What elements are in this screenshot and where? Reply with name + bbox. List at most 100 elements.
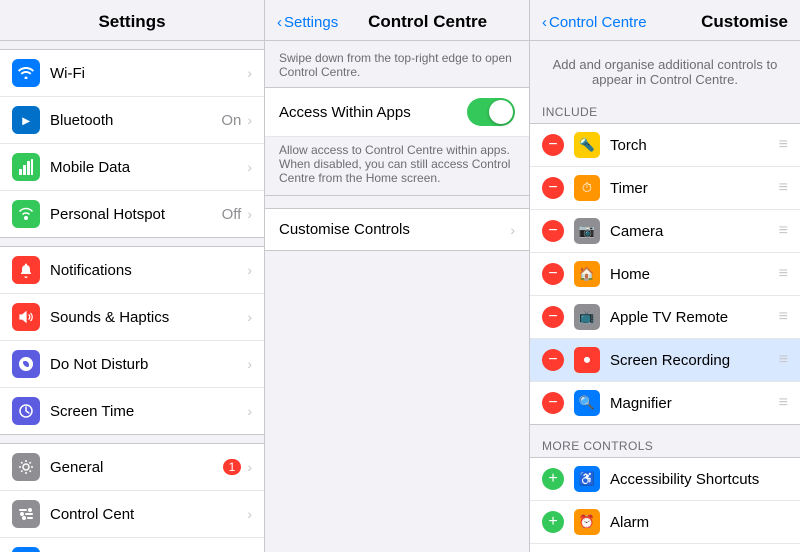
apple-tv-drag-handle[interactable]: ≡: [779, 308, 788, 326]
screen-time-chevron: ›: [247, 403, 252, 419]
camera-drag-handle[interactable]: ≡: [779, 222, 788, 240]
mobile-data-icon: [12, 153, 40, 181]
torch-remove-button[interactable]: −: [542, 134, 564, 156]
magnifier-remove-button[interactable]: −: [542, 392, 564, 414]
list-item-bluetooth[interactable]: ▸ Bluetooth On ›: [0, 97, 264, 144]
alarm-icon: ⏰: [574, 509, 600, 535]
more-item-dnd-driving[interactable]: + 🚗 Do Not Disturb While Driving: [530, 544, 800, 552]
bluetooth-chevron: ›: [247, 112, 252, 128]
more-item-alarm[interactable]: + ⏰ Alarm: [530, 501, 800, 544]
home-drag-handle[interactable]: ≡: [779, 265, 788, 283]
torch-label: Torch: [610, 137, 779, 154]
customise-back-button[interactable]: ‹ Control Centre: [542, 14, 647, 31]
more-item-accessibility[interactable]: + ♿ Accessibility Shortcuts: [530, 458, 800, 501]
control-cent-icon: [12, 500, 40, 528]
screen-recording-icon: ⏺: [574, 347, 600, 373]
apple-tv-label: Apple TV Remote: [610, 309, 779, 326]
settings-title: Settings: [98, 12, 165, 31]
control-cent-chevron: ›: [247, 506, 252, 522]
accessibility-icon: ♿: [574, 466, 600, 492]
control-centre-description: Swipe down from the top-right edge to op…: [265, 41, 529, 87]
list-item-dnd[interactable]: Do Not Disturb ›: [0, 341, 264, 388]
magnifier-icon: 🔍: [574, 390, 600, 416]
settings-group-1: Wi-Fi › ▸ Bluetooth On › Mobile Data › P…: [0, 49, 264, 238]
screen-time-icon: [12, 397, 40, 425]
list-item-wifi[interactable]: Wi-Fi ›: [0, 50, 264, 97]
dnd-icon: [12, 350, 40, 378]
mobile-data-chevron: ›: [247, 159, 252, 175]
bluetooth-icon: ▸: [12, 106, 40, 134]
camera-remove-button[interactable]: −: [542, 220, 564, 242]
include-item-apple-tv[interactable]: − 📺 Apple TV Remote ≡: [530, 296, 800, 339]
list-item-mobile-data[interactable]: Mobile Data ›: [0, 144, 264, 191]
list-item-personal-hotspot[interactable]: Personal Hotspot Off ›: [0, 191, 264, 237]
customise-header: ‹ Control Centre Customise: [530, 0, 800, 41]
general-badge: 1: [223, 459, 242, 475]
customise-description: Add and organise additional controls to …: [530, 41, 800, 99]
customise-panel: ‹ Control Centre Customise Add and organ…: [530, 0, 800, 552]
wifi-icon: [12, 59, 40, 87]
timer-remove-button[interactable]: −: [542, 177, 564, 199]
list-item-notifications[interactable]: Notifications ›: [0, 247, 264, 294]
home-icon: 🏠: [574, 261, 600, 287]
access-within-apps-row[interactable]: Access Within Apps: [265, 88, 529, 137]
accessibility-add-button[interactable]: +: [542, 468, 564, 490]
wifi-chevron: ›: [247, 65, 252, 81]
torch-drag-handle[interactable]: ≡: [779, 136, 788, 154]
bluetooth-label: Bluetooth: [50, 112, 221, 129]
access-within-apps-label: Access Within Apps: [279, 104, 467, 121]
mobile-data-label: Mobile Data: [50, 159, 247, 176]
customise-controls-row[interactable]: Customise Controls ›: [265, 208, 529, 251]
include-item-torch[interactable]: − 🔦 Torch ≡: [530, 124, 800, 167]
list-item-general[interactable]: General 1 ›: [0, 444, 264, 491]
access-within-apps-toggle[interactable]: [467, 98, 515, 126]
include-section-label: INCLUDE: [530, 99, 800, 123]
control-centre-panel: ‹ Settings Control Centre Swipe down fro…: [265, 0, 530, 552]
list-item-control-cent[interactable]: Control Cent ›: [0, 491, 264, 538]
control-centre-back-button[interactable]: ‹ Settings: [277, 14, 338, 31]
list-item-sounds[interactable]: Sounds & Haptics ›: [0, 294, 264, 341]
include-item-home[interactable]: − 🏠 Home ≡: [530, 253, 800, 296]
camera-label: Camera: [610, 223, 779, 240]
customise-title: Customise: [647, 12, 788, 32]
home-label: Home: [610, 266, 779, 283]
settings-group-3: General 1 › Control Cent › Display & Bri…: [0, 443, 264, 552]
hotspot-icon: [12, 200, 40, 228]
sounds-icon: [12, 303, 40, 331]
camera-icon: 📷: [574, 218, 600, 244]
list-item-display[interactable]: Display & Brightness ›: [0, 538, 264, 552]
wifi-label: Wi-Fi: [50, 65, 247, 82]
torch-icon: 🔦: [574, 132, 600, 158]
customise-controls-label: Customise Controls: [279, 221, 510, 238]
include-item-magnifier[interactable]: − 🔍 Magnifier ≡: [530, 382, 800, 424]
timer-icon: ⏱: [574, 175, 600, 201]
access-sub-description: Allow access to Control Centre within ap…: [265, 137, 529, 196]
general-chevron: ›: [247, 459, 252, 475]
hotspot-value: Off: [222, 206, 242, 223]
home-remove-button[interactable]: −: [542, 263, 564, 285]
magnifier-label: Magnifier: [610, 395, 779, 412]
include-item-screen-recording[interactable]: − ⏺ Screen Recording ≡: [530, 339, 800, 382]
include-item-timer[interactable]: − ⏱ Timer ≡: [530, 167, 800, 210]
control-centre-header: ‹ Settings Control Centre: [265, 0, 529, 41]
timer-label: Timer: [610, 180, 779, 197]
general-label: General: [50, 459, 223, 476]
magnifier-drag-handle[interactable]: ≡: [779, 394, 788, 412]
list-item-screen-time[interactable]: Screen Time ›: [0, 388, 264, 434]
hotspot-label: Personal Hotspot: [50, 206, 222, 223]
apple-tv-remove-button[interactable]: −: [542, 306, 564, 328]
back-chevron-icon: ‹: [277, 14, 282, 31]
notifications-label: Notifications: [50, 262, 247, 279]
settings-panel: Settings Wi-Fi › ▸ Bluetooth On › Mobile…: [0, 0, 265, 552]
display-icon: [12, 547, 40, 552]
control-cent-label: Control Cent: [50, 506, 247, 523]
timer-drag-handle[interactable]: ≡: [779, 179, 788, 197]
screen-recording-drag-handle[interactable]: ≡: [779, 351, 788, 369]
screen-recording-remove-button[interactable]: −: [542, 349, 564, 371]
include-item-camera[interactable]: − 📷 Camera ≡: [530, 210, 800, 253]
screen-time-label: Screen Time: [50, 403, 247, 420]
alarm-add-button[interactable]: +: [542, 511, 564, 533]
dnd-chevron: ›: [247, 356, 252, 372]
control-centre-back-label: Settings: [284, 14, 338, 31]
dnd-label: Do Not Disturb: [50, 356, 247, 373]
